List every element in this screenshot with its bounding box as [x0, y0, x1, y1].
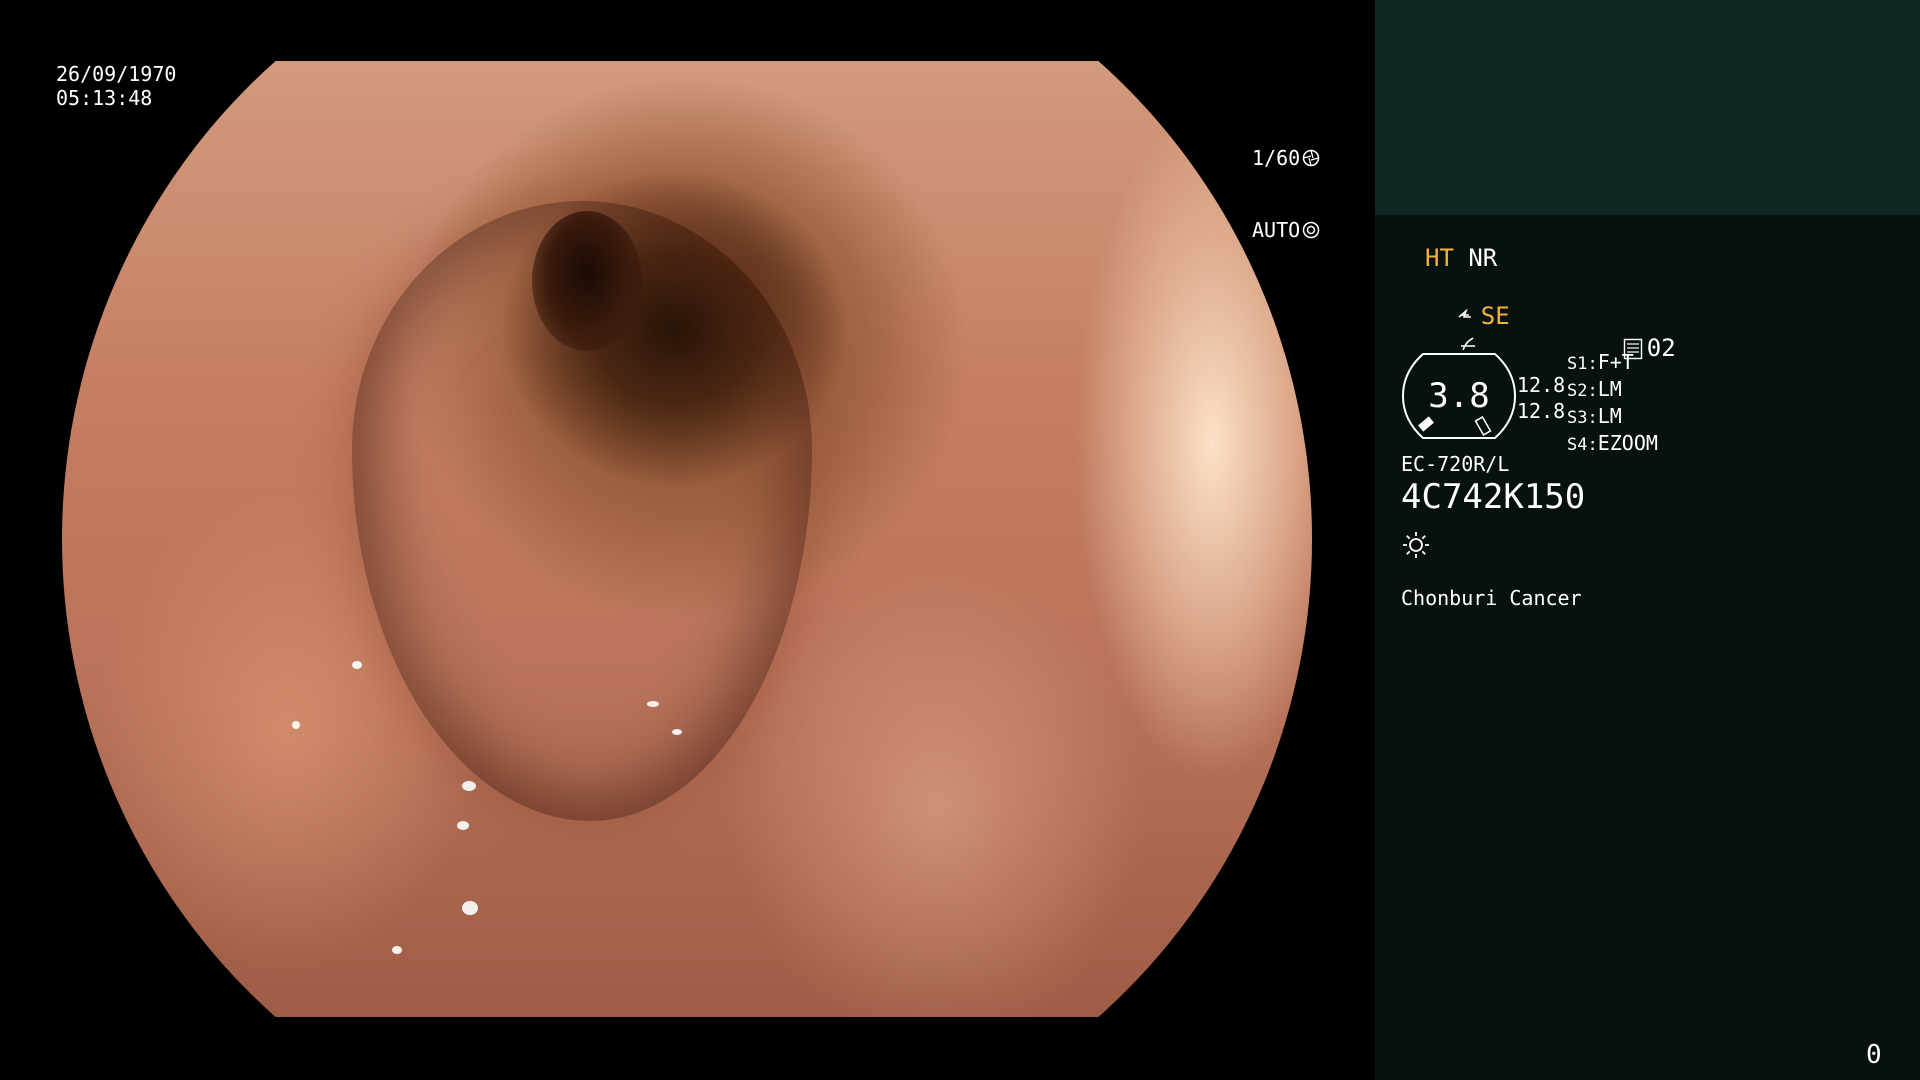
light-reflection [672, 729, 682, 735]
exposure-info: 1/60 AUTO [1252, 98, 1320, 290]
switch-row: S1:F+T [1567, 350, 1658, 377]
frame-counter: 0 [1866, 1040, 1882, 1070]
endoscopic-view: 26/09/1970 05:13:48 1/60 AUTO [0, 0, 1375, 1080]
se-label: SE [1480, 302, 1510, 330]
light-reflection [462, 901, 478, 915]
light-reflection [352, 661, 362, 669]
switch-row: S3:LM [1567, 404, 1658, 431]
gauge-side-values: 12.8 12.8 [1517, 372, 1565, 424]
switch-key: S1: [1567, 354, 1598, 374]
shutter-speed-text: 1/60 [1252, 146, 1301, 170]
switch-assignments: S1:F+T S2:LM S3:LM S4:EZOOM [1567, 350, 1658, 458]
switch-value: LM [1597, 377, 1622, 401]
switch-key: S3: [1567, 408, 1598, 428]
gauge-value: 3.8 [1428, 376, 1489, 416]
light-reflection [457, 821, 469, 830]
magnification-gauge: 3.8 [1401, 353, 1517, 439]
lumen [532, 211, 642, 351]
light-reflection [647, 701, 659, 707]
info-panel: HT NR SE 02 3.8 12.8 12.8 S1:F+T S2:LM S… [1375, 0, 1920, 1080]
light-reflection [392, 946, 402, 954]
switch-value: LM [1597, 404, 1622, 428]
image-mode-row: HT NR [1425, 244, 1497, 272]
switch-row: S2:LM [1567, 377, 1658, 404]
gauge-side-value: 12.8 [1517, 373, 1566, 397]
switch-row: S4:EZOOM [1567, 431, 1658, 458]
iris-icon [1302, 221, 1320, 239]
brightness-icon [1403, 532, 1429, 558]
date-time-display: 26/09/1970 05:13:48 [56, 62, 176, 110]
switch-value: F+T [1597, 350, 1634, 374]
time-text: 05:13:48 [56, 86, 153, 110]
endoscopic-image [62, 61, 1312, 1017]
panel-header-area [1375, 0, 1920, 215]
ht-label: HT [1425, 244, 1454, 272]
nr-label: NR [1468, 244, 1498, 272]
switch-key: S2: [1567, 381, 1598, 401]
light-reflection [462, 781, 476, 791]
gauge-side-value: 12.8 [1517, 399, 1566, 423]
date-text: 26/09/1970 [56, 62, 177, 86]
hospital-name: Chonburi Cancer [1401, 586, 1582, 610]
light-reflection [292, 721, 300, 729]
scope-model: EC-720R/L [1401, 452, 1510, 476]
scope-serial: 4C742K150 [1401, 477, 1586, 517]
shutter-icon [1302, 149, 1320, 167]
switch-value: EZOOM [1597, 431, 1658, 455]
iris-mode-text: AUTO [1252, 218, 1301, 242]
switch-key: S4: [1567, 435, 1598, 455]
